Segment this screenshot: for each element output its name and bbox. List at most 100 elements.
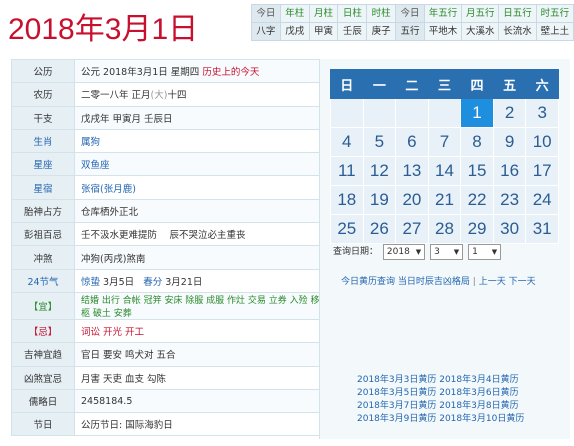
date-query: 查询日期： 2018 ▼ 3 ▼ 1 ▼ bbox=[333, 244, 502, 260]
calendar-day[interactable]: 30 bbox=[492, 214, 527, 244]
year-select[interactable]: 2018 ▼ bbox=[382, 244, 426, 260]
calendar-day[interactable]: 10 bbox=[525, 127, 559, 157]
prev-day-link[interactable]: 上一天 bbox=[479, 277, 506, 287]
pillar-value: 五行 bbox=[395, 22, 425, 41]
info-row-gongli: 公历 公元 2018年3月1日 星期四 历史上的今天 bbox=[11, 58, 329, 84]
chongsha-value: 冲狗(丙戌)煞南 bbox=[74, 245, 329, 270]
shichen-link[interactable]: 当日时辰吉凶格局 bbox=[398, 277, 470, 287]
calendar-day[interactable]: 2 bbox=[492, 98, 527, 128]
info-row-rulue: 儒略日 2458184.5 bbox=[11, 388, 329, 414]
nongli-label: 农历 bbox=[11, 82, 75, 107]
calendar-day[interactable]: 17 bbox=[525, 156, 559, 186]
title-day: 1 bbox=[151, 13, 169, 46]
ji-value: 词讼 开光 开工 bbox=[74, 318, 329, 344]
calendar-day[interactable]: 23 bbox=[492, 185, 527, 215]
jieqi-jingzhe-link[interactable]: 惊蛰 bbox=[81, 277, 100, 288]
month-calendar: 日 一 二 三 四 五 六 1 2 3 4 5 6 7 8 9 10 11 12… bbox=[330, 69, 559, 244]
nongli-big-month: (大) bbox=[150, 90, 168, 102]
title-day-char: 日 bbox=[168, 12, 199, 47]
calendar-day[interactable]: 4 bbox=[330, 127, 364, 157]
jieqi-label: 24节气 bbox=[11, 268, 75, 293]
pillar-value: 壁上土 bbox=[535, 22, 574, 41]
calendar-day[interactable]: 6 bbox=[395, 127, 429, 157]
calendar-day[interactable]: 29 bbox=[460, 214, 494, 244]
page-title: 2018年3月1日 bbox=[8, 4, 198, 48]
xingzuo-value[interactable]: 双鱼座 bbox=[74, 152, 329, 177]
ganzhi-value: 戊戌年 甲寅月 壬辰日 bbox=[74, 105, 329, 130]
gongli-label: 公历 bbox=[11, 58, 75, 84]
title-year-char: 年 bbox=[74, 12, 105, 47]
calendar-day[interactable]: 27 bbox=[395, 214, 429, 244]
calendar-day[interactable]: 21 bbox=[427, 185, 462, 215]
info-row-taishen: 胎神占方 仓库栖外正北 bbox=[11, 198, 329, 224]
info-row-xingzuo: 星座 双鱼座 bbox=[11, 152, 329, 177]
calendar-day[interactable]: 13 bbox=[395, 156, 429, 186]
jieqi-chunfen-link[interactable]: 春分 bbox=[143, 277, 162, 288]
weekday-header: 四 bbox=[460, 69, 494, 99]
calendar-day[interactable]: 14 bbox=[427, 156, 462, 186]
calendar-day[interactable]: 11 bbox=[330, 156, 364, 186]
calendar-day[interactable]: 9 bbox=[492, 127, 527, 157]
weekday-header: 一 bbox=[362, 69, 397, 99]
date-link[interactable]: 2018年3月3日黄历 bbox=[357, 375, 436, 385]
pillar-value: 长流水 bbox=[498, 22, 537, 41]
weekday-header: 六 bbox=[525, 69, 559, 99]
history-today-link[interactable]: 历史上的今天 bbox=[202, 67, 259, 78]
today-almanac-link[interactable]: 今日黄历查询 bbox=[341, 277, 395, 287]
calendar-day[interactable]: 15 bbox=[460, 156, 494, 186]
date-link[interactable]: 2018年3月8日黄历 bbox=[439, 401, 518, 411]
shengxiao-label: 生肖 bbox=[11, 128, 75, 154]
weekday-header: 日 bbox=[330, 69, 364, 99]
calendar-day-empty bbox=[362, 98, 397, 128]
info-row-pengzu: 彭祖百忌 壬不汲水更难提防 辰不哭泣必主重丧 bbox=[11, 222, 329, 247]
calendar-day[interactable]: 31 bbox=[525, 214, 559, 244]
xingxiu-label: 星宿 bbox=[11, 175, 75, 200]
calendar-day[interactable]: 20 bbox=[395, 185, 429, 215]
date-link[interactable]: 2018年3月9日黄历 bbox=[357, 414, 436, 424]
query-label: 查询日期： bbox=[333, 247, 379, 257]
calendar-day[interactable]: 12 bbox=[362, 156, 397, 186]
info-row-xingxiu: 星宿 张宿(张月鹿) bbox=[11, 175, 329, 200]
ji-label: 【忌】 bbox=[11, 318, 75, 344]
calendar-day-selected[interactable]: 1 bbox=[460, 98, 494, 128]
jieri-value: 公历节日: 国际海豹日 bbox=[74, 412, 329, 437]
title-month-char: 月 bbox=[121, 12, 152, 47]
chevron-down-icon: ▼ bbox=[415, 248, 422, 256]
calendar-day[interactable]: 7 bbox=[427, 127, 462, 157]
day-select[interactable]: 1 ▼ bbox=[468, 244, 502, 260]
jieri-label: 节日 bbox=[11, 412, 75, 437]
shengxiao-value[interactable]: 属狗 bbox=[74, 128, 329, 154]
pillar-value: 平地木 bbox=[423, 22, 463, 41]
rulue-value: 2458184.5 bbox=[74, 388, 329, 414]
calendar-day[interactable]: 18 bbox=[330, 185, 364, 215]
date-link[interactable]: 2018年3月4日黄历 bbox=[439, 375, 518, 385]
gongli-value: 公元 2018年3月1日 星期四 bbox=[81, 67, 200, 79]
pillar-header: 今日 bbox=[251, 4, 281, 23]
date-link[interactable]: 2018年3月5日黄历 bbox=[357, 388, 436, 398]
calendar-day[interactable]: 28 bbox=[427, 214, 462, 244]
next-day-link[interactable]: 下一天 bbox=[509, 277, 536, 287]
pillar-header: 月五行 bbox=[461, 4, 500, 23]
day-select-value: 1 bbox=[472, 247, 478, 257]
pillar-value: 大溪水 bbox=[461, 22, 500, 41]
calendar-day[interactable]: 19 bbox=[362, 185, 397, 215]
calendar-day[interactable]: 25 bbox=[330, 214, 364, 244]
calendar-day[interactable]: 16 bbox=[492, 156, 527, 186]
info-row-jieqi: 24节气 惊蛰 3月5日 春分 3月21日 bbox=[11, 268, 329, 293]
date-link[interactable]: 2018年3月7日黄历 bbox=[357, 401, 436, 411]
calendar-day[interactable]: 5 bbox=[362, 127, 397, 157]
date-link[interactable]: 2018年3月6日黄历 bbox=[439, 388, 518, 398]
xingxiu-value[interactable]: 张宿(张月鹿) bbox=[74, 175, 329, 200]
taishen-label: 胎神占方 bbox=[11, 198, 75, 224]
calendar-day[interactable]: 26 bbox=[362, 214, 397, 244]
nongli-value: 二零一八年 正月 bbox=[81, 90, 151, 102]
calendar-day[interactable]: 3 bbox=[525, 98, 559, 128]
info-row-shengxiao: 生肖 属狗 bbox=[11, 128, 329, 154]
nav-links: 今日黄历查询 当日时辰吉凶格局 | 上一天 下一天 bbox=[341, 274, 536, 287]
calendar-day[interactable]: 24 bbox=[525, 185, 559, 215]
calendar-day[interactable]: 8 bbox=[460, 127, 494, 157]
bazi-pillars-table: 今日 年柱 月柱 日柱 时柱 今日 年五行 月五行 日五行 时五行 八字 戊戌 … bbox=[251, 4, 574, 41]
date-link[interactable]: 2018年3月10日黄历 bbox=[439, 414, 524, 424]
month-select[interactable]: 3 ▼ bbox=[430, 244, 464, 260]
calendar-day[interactable]: 22 bbox=[460, 185, 494, 215]
